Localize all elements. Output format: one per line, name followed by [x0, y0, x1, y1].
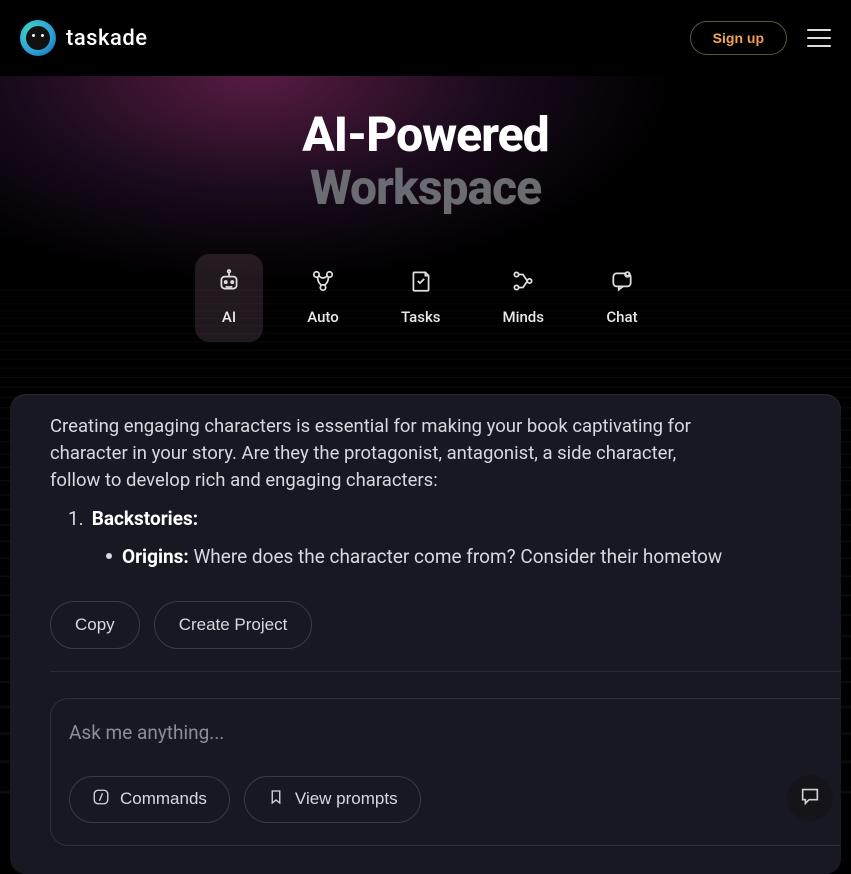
list-subitem-1: Origins: Where does the character come f…	[50, 543, 841, 571]
subitem-label-origins: Origins:	[122, 545, 189, 568]
site-header: taskade Sign up	[0, 0, 851, 76]
tab-chat-label: Chat	[606, 308, 637, 326]
tab-chat[interactable]: Chat	[588, 254, 656, 342]
tab-ai-label: AI	[222, 308, 236, 326]
feature-tabs: AI Auto Tasks Minds Chat	[0, 254, 851, 342]
tab-auto-label: Auto	[307, 308, 339, 326]
bullet-icon	[106, 553, 112, 559]
prompt-input-container[interactable]: Ask me anything... Commands View prompts	[50, 698, 841, 846]
tab-minds-label: Minds	[503, 308, 544, 326]
tab-ai[interactable]: AI	[195, 254, 263, 342]
help-chat-fab[interactable]	[787, 775, 833, 821]
chat-icon	[609, 268, 635, 294]
tab-tasks[interactable]: Tasks	[383, 254, 459, 342]
prompt-placeholder-text: Ask me anything...	[69, 721, 841, 744]
list-number: 1.	[68, 505, 84, 533]
bookmark-icon	[267, 788, 285, 811]
signup-button[interactable]: Sign up	[690, 21, 787, 55]
create-project-button[interactable]: Create Project	[154, 601, 313, 649]
tab-minds[interactable]: Minds	[485, 254, 562, 342]
automation-icon	[310, 268, 336, 294]
mind-map-icon	[510, 268, 536, 294]
taskade-logo-icon	[20, 20, 56, 56]
tasks-icon	[408, 268, 434, 294]
response-line-2: character in your story. Are they the pr…	[50, 440, 841, 467]
hero-subtitle: Workspace	[0, 159, 851, 216]
robot-icon	[216, 268, 242, 294]
list-label-backstories: Backstories:	[92, 505, 198, 533]
speech-bubble-icon	[799, 785, 821, 811]
copy-button[interactable]: Copy	[50, 601, 140, 649]
brand-name: taskade	[66, 26, 148, 51]
ai-response-card: Creating engaging characters is essentia…	[10, 394, 841, 874]
list-item-1: 1. Backstories:	[50, 505, 841, 533]
response-actions: Copy Create Project	[50, 601, 841, 649]
tab-auto[interactable]: Auto	[289, 254, 357, 342]
commands-button[interactable]: Commands	[69, 776, 230, 823]
main-content: AI-Powered Workspace AI Auto Tasks Minds	[0, 76, 851, 874]
response-line-1: Creating engaging characters is essentia…	[50, 415, 691, 437]
response-line-3: follow to develop rich and engaging char…	[50, 467, 841, 494]
view-prompts-button[interactable]: View prompts	[244, 776, 421, 823]
menu-icon[interactable]	[807, 29, 831, 47]
subitem-text: Where does the character come from? Cons…	[193, 545, 722, 568]
commands-label: Commands	[120, 789, 207, 809]
view-prompts-label: View prompts	[295, 789, 398, 809]
brand-logo-group[interactable]: taskade	[20, 20, 148, 56]
prompt-shortcuts: Commands View prompts	[69, 776, 841, 823]
header-actions: Sign up	[690, 21, 831, 55]
slash-command-icon	[92, 788, 110, 811]
ai-response-text: Creating engaging characters is essentia…	[50, 413, 841, 571]
hero-title: AI-Powered	[0, 106, 851, 163]
tab-tasks-label: Tasks	[401, 308, 441, 326]
prompt-area: Ask me anything... Commands View prompts	[50, 671, 841, 846]
